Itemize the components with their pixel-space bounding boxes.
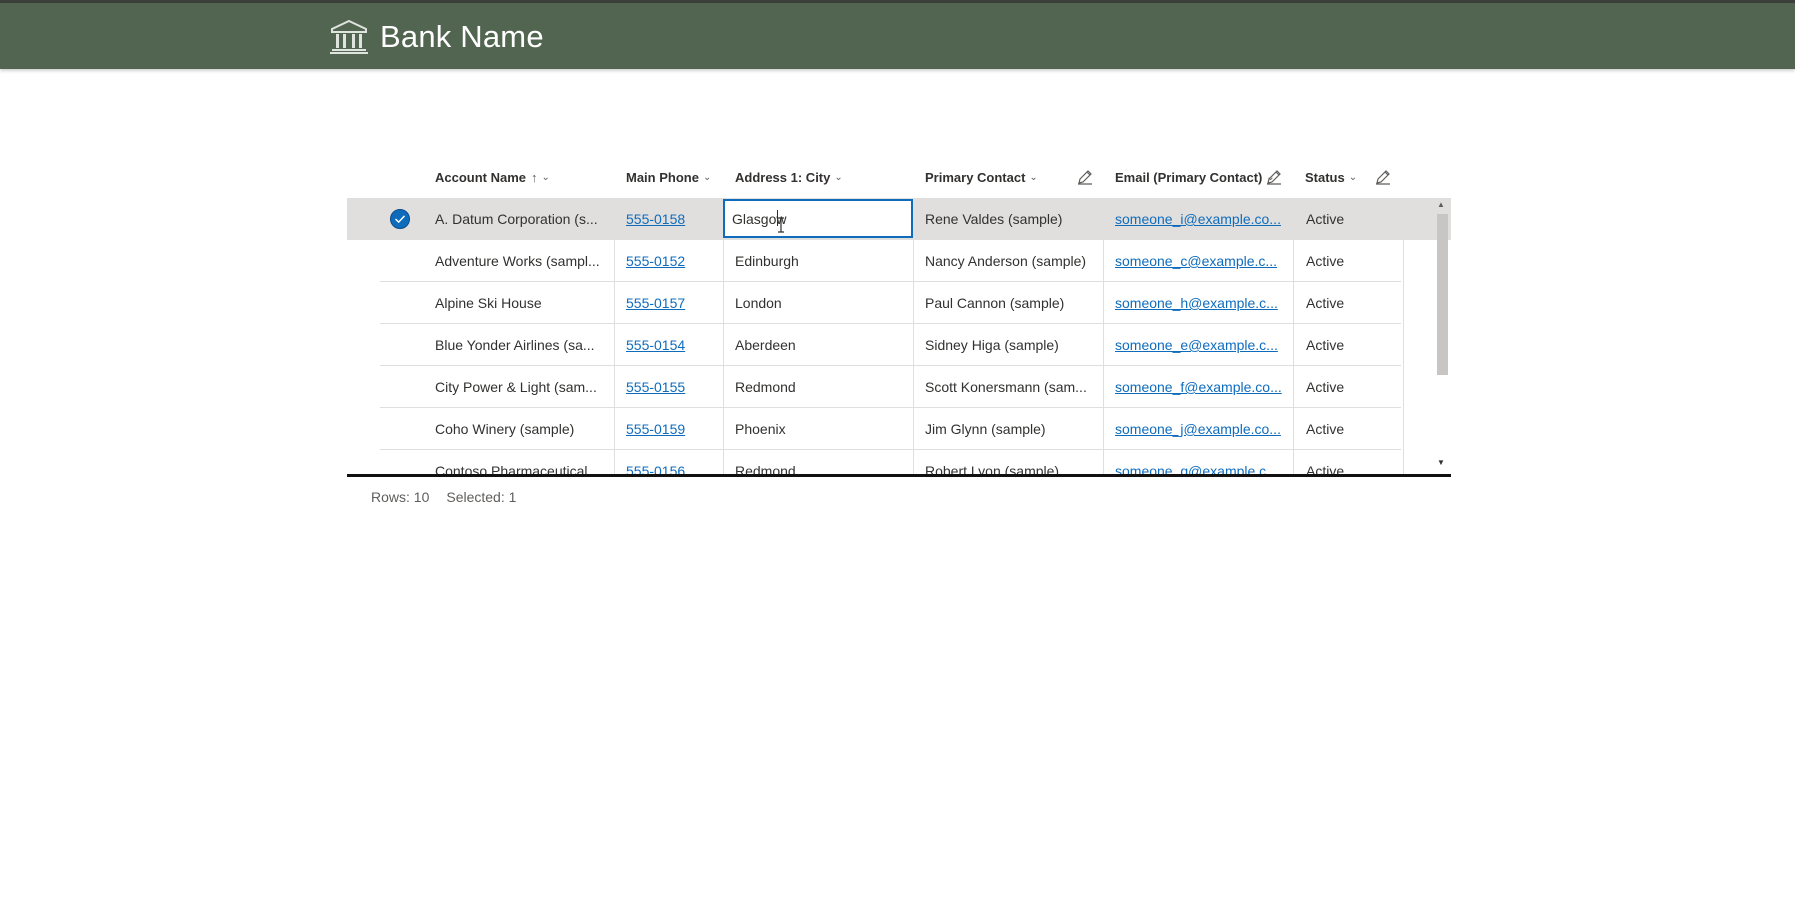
email-cell[interactable]: someone_f@example.co... [1104, 366, 1294, 408]
table-row[interactable]: Alpine Ski House 555-0157 London Paul Ca… [347, 282, 1451, 324]
column-header-label: Status [1305, 169, 1345, 185]
email-link[interactable]: someone_f@example.co... [1115, 379, 1282, 395]
city-cell[interactable]: Redmond [724, 366, 914, 408]
edit-pencil-icon[interactable] [1265, 168, 1283, 186]
column-header-label: Main Phone [626, 169, 699, 185]
email-cell[interactable]: someone_c@example.c... [1104, 240, 1294, 282]
account-name-cell[interactable]: City Power & Light (sam... [424, 366, 615, 408]
primary-contact-cell[interactable]: Robert Lyon (sample) [914, 450, 1104, 474]
email-link[interactable]: someone_e@example.c... [1115, 337, 1278, 353]
main-phone-cell[interactable]: 555-0159 [615, 408, 724, 450]
edit-pencil-icon[interactable] [1076, 168, 1094, 186]
column-header-status[interactable]: Status ⌄ [1305, 152, 1357, 202]
row-count: Rows: 10 [371, 489, 430, 505]
vertical-scrollbar[interactable]: ▲ ▼ [1432, 200, 1450, 472]
column-header-email[interactable]: Email (Primary Contact) ⌄ [1115, 152, 1275, 202]
email-cell[interactable]: someone_j@example.co... [1104, 408, 1294, 450]
city-cell[interactable]: Aberdeen [724, 324, 914, 366]
app-header: Bank Name [0, 3, 1795, 69]
chevron-down-icon: ⌄ [702, 171, 712, 183]
column-header-label: Address 1: City [735, 169, 831, 185]
phone-link[interactable]: 555-0155 [626, 379, 685, 395]
grid-body[interactable]: A. Datum Corporation (s... 555-0158 Rene… [347, 198, 1451, 474]
email-cell[interactable]: someone_e@example.c... [1104, 324, 1294, 366]
sort-ascending-icon: ↑ [531, 169, 538, 185]
status-cell[interactable]: Active [1294, 282, 1404, 324]
scroll-up-arrow-icon[interactable]: ▲ [1437, 200, 1445, 209]
column-header-label: Primary Contact [925, 169, 1026, 185]
edit-pencil-icon[interactable] [1374, 168, 1392, 186]
email-link[interactable]: someone_g@example.c... [1115, 463, 1278, 474]
table-row[interactable]: A. Datum Corporation (s... 555-0158 Rene… [347, 198, 1451, 240]
account-name-cell[interactable]: Contoso Pharmaceutical... [424, 450, 615, 474]
city-cell[interactable]: London [724, 282, 914, 324]
column-header-main-phone[interactable]: Main Phone ⌄ [626, 152, 711, 202]
status-cell[interactable]: Active [1294, 408, 1404, 450]
account-name-cell[interactable]: Coho Winery (sample) [424, 408, 615, 450]
main-phone-cell[interactable]: 555-0156 [615, 450, 724, 474]
main-phone-cell[interactable]: 555-0158 [615, 198, 724, 240]
phone-link[interactable]: 555-0156 [626, 463, 685, 474]
chevron-down-icon: ⌄ [541, 171, 550, 183]
accounts-grid: Account Name ↑ ⌄ Main Phone ⌄ Address 1:… [347, 152, 1451, 477]
email-link[interactable]: someone_i@example.co... [1115, 211, 1281, 227]
primary-contact-cell[interactable]: Nancy Anderson (sample) [914, 240, 1104, 282]
table-row[interactable]: Contoso Pharmaceutical... 555-0156 Redmo… [347, 450, 1451, 474]
primary-contact-cell[interactable]: Sidney Higa (sample) [914, 324, 1104, 366]
status-cell[interactable]: Active [1294, 366, 1404, 408]
text-cursor-icon [778, 217, 784, 233]
primary-contact-cell[interactable]: Jim Glynn (sample) [914, 408, 1104, 450]
city-cell[interactable]: Phoenix [724, 408, 914, 450]
main-phone-cell[interactable]: 555-0154 [615, 324, 724, 366]
email-cell[interactable]: someone_g@example.c... [1104, 450, 1294, 474]
email-link[interactable]: someone_j@example.co... [1115, 421, 1281, 437]
column-header-account-name[interactable]: Account Name ↑ ⌄ [435, 152, 550, 202]
status-cell[interactable]: Active [1294, 198, 1404, 240]
primary-contact-cell[interactable]: Rene Valdes (sample) [914, 198, 1104, 240]
table-row[interactable]: Adventure Works (sampl... 555-0152 Edinb… [347, 240, 1451, 282]
chevron-down-icon: ⌄ [1029, 171, 1038, 183]
phone-link[interactable]: 555-0152 [626, 253, 685, 269]
main-phone-cell[interactable]: 555-0157 [615, 282, 724, 324]
chevron-down-icon: ⌄ [834, 171, 843, 183]
phone-link[interactable]: 555-0157 [626, 295, 685, 311]
status-cell[interactable]: Active [1294, 450, 1404, 474]
account-name-cell[interactable]: Alpine Ski House [424, 282, 615, 324]
table-row[interactable]: Coho Winery (sample) 555-0159 Phoenix Ji… [347, 408, 1451, 450]
grid-bottom-border [347, 474, 1451, 477]
phone-link[interactable]: 555-0154 [626, 337, 685, 353]
app-title: Bank Name [380, 19, 544, 54]
table-row[interactable]: Blue Yonder Airlines (sa... 555-0154 Abe… [347, 324, 1451, 366]
bank-icon [330, 19, 368, 54]
status-cell[interactable]: Active [1294, 240, 1404, 282]
table-row[interactable]: City Power & Light (sam... 555-0155 Redm… [347, 366, 1451, 408]
scrollbar-thumb[interactable] [1437, 214, 1448, 375]
city-cell[interactable]: Edinburgh [724, 240, 914, 282]
account-name-cell[interactable]: Blue Yonder Airlines (sa... [424, 324, 615, 366]
row-checkmark-icon[interactable] [390, 209, 410, 229]
city-edit-input[interactable] [723, 199, 913, 238]
chevron-down-icon: ⌄ [1348, 171, 1358, 183]
phone-link[interactable]: 555-0159 [626, 421, 685, 437]
scroll-down-arrow-icon[interactable]: ▼ [1437, 458, 1445, 467]
account-name-cell[interactable]: Adventure Works (sampl... [424, 240, 615, 282]
city-cell[interactable]: Redmond [724, 450, 914, 474]
main-phone-cell[interactable]: 555-0152 [615, 240, 724, 282]
column-header-primary-contact[interactable]: Primary Contact ⌄ [925, 152, 1038, 202]
email-link[interactable]: someone_c@example.c... [1115, 253, 1277, 269]
phone-link[interactable]: 555-0158 [626, 211, 685, 227]
column-header-city[interactable]: Address 1: City ⌄ [735, 152, 843, 202]
column-header-label: Email (Primary Contact) [1115, 169, 1263, 185]
column-header-label: Account Name [435, 169, 527, 185]
primary-contact-cell[interactable]: Scott Konersmann (sam... [914, 366, 1104, 408]
main-phone-cell[interactable]: 555-0155 [615, 366, 724, 408]
account-name-cell[interactable]: A. Datum Corporation (s... [424, 198, 615, 240]
email-cell[interactable]: someone_h@example.c... [1104, 282, 1294, 324]
primary-contact-cell[interactable]: Paul Cannon (sample) [914, 282, 1104, 324]
grid-footer: Rows: 10 Selected: 1 [371, 489, 516, 505]
selected-count: Selected: 1 [446, 489, 517, 505]
email-link[interactable]: someone_h@example.c... [1115, 295, 1278, 311]
status-cell[interactable]: Active [1294, 324, 1404, 366]
email-cell[interactable]: someone_i@example.co... [1104, 198, 1294, 240]
